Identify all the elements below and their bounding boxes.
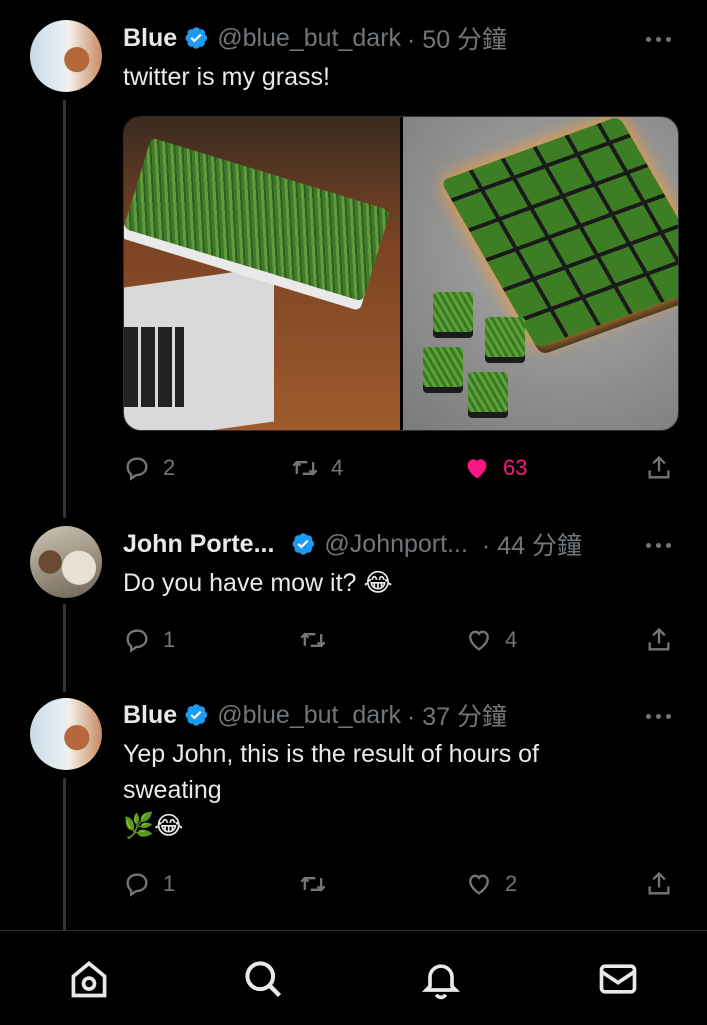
heart-icon — [467, 459, 487, 479]
reply-count: 1 — [163, 871, 176, 896]
share-button[interactable] — [645, 451, 673, 485]
display-name[interactable]: John Porte... — [123, 530, 274, 559]
retweet-button[interactable]: 4 — [291, 451, 343, 485]
handle[interactable]: @blue_but_dark — [217, 701, 401, 730]
home-icon[interactable] — [67, 957, 111, 1001]
tweet-1[interactable]: Blue @blue_but_dark · 50 分鐘 twitter is m… — [0, 0, 707, 500]
like-count: 2 — [505, 871, 518, 896]
timestamp[interactable]: · 50 分鐘 — [407, 20, 507, 56]
tweet-text: Do you have mow it? 😂 — [123, 569, 393, 597]
avatar[interactable] — [30, 526, 102, 598]
tweet-header: Blue @blue_but_dark · 50 分鐘 — [123, 21, 667, 55]
retweet-button[interactable] — [299, 623, 327, 657]
reply-button[interactable]: 1 — [123, 867, 175, 901]
like-button[interactable]: 4 — [465, 623, 517, 657]
like-button[interactable]: 63 — [463, 451, 527, 485]
heart-icon — [469, 630, 489, 651]
tweet-header: John Porte... @Johnport... · 44 分鐘 — [123, 527, 667, 561]
grass-keycaps-render[interactable] — [403, 117, 678, 430]
tweet-text: Do you have mow it? 😂 — [123, 565, 393, 601]
tweet-2[interactable]: John Porte... @Johnport... · 44 分鐘 Do yo… — [0, 505, 707, 685]
like-count: 63 — [503, 455, 528, 480]
tweet-text: twitter is my grass! — [123, 63, 330, 91]
more-dots-icon[interactable] — [646, 711, 674, 721]
grass-keyboard-photo[interactable] — [124, 117, 400, 430]
bottom-nav — [0, 930, 707, 1025]
messages-icon[interactable] — [596, 957, 640, 1001]
display-name[interactable]: Blue — [123, 701, 177, 730]
handle[interactable]: @blue_but_dark — [217, 24, 401, 53]
share-icon — [648, 627, 670, 651]
search-icon[interactable] — [241, 957, 285, 1001]
avatar[interactable] — [30, 20, 102, 92]
more-dots-icon[interactable] — [646, 34, 674, 44]
tweet-text-line: sweating — [123, 776, 222, 804]
timestamp[interactable]: · 44 分鐘 — [482, 526, 582, 562]
reply-button[interactable]: 2 — [123, 451, 175, 485]
laptop-keys-shape — [124, 327, 184, 407]
media-grid[interactable] — [123, 116, 679, 431]
share-button[interactable] — [645, 623, 673, 657]
verified-badge-icon — [185, 27, 208, 49]
notifications-icon[interactable] — [419, 957, 463, 1001]
share-icon — [648, 871, 670, 895]
retweet-button[interactable] — [299, 867, 327, 901]
tweet-text-line: Yep John, this is the result of hours of — [123, 740, 539, 768]
tweet-header: Blue @blue_but_dark · 37 分鐘 — [123, 698, 667, 732]
verified-badge-icon — [292, 533, 315, 555]
reply-count: 2 — [163, 455, 176, 480]
retweet-icon — [300, 632, 326, 648]
retweet-icon — [300, 876, 326, 892]
heart-icon — [469, 874, 489, 895]
share-button[interactable] — [645, 867, 673, 901]
grass-board-shape — [440, 117, 678, 349]
verified-badge-icon — [185, 704, 208, 726]
action-bar: 1 4 — [123, 623, 677, 657]
handle[interactable]: @Johnport... — [324, 530, 468, 559]
action-bar: 2 4 63 — [123, 451, 677, 485]
loose-keycap — [468, 372, 508, 412]
loose-keycap — [433, 292, 473, 332]
share-icon — [648, 455, 670, 479]
loose-keycap — [485, 317, 525, 357]
display-name[interactable]: Blue — [123, 24, 177, 53]
like-button[interactable]: 2 — [465, 867, 517, 901]
reply-icon — [126, 873, 148, 897]
tweet-emoji-line: 🌿😂 — [123, 811, 184, 840]
reply-button[interactable]: 1 — [123, 623, 175, 657]
loose-keycap — [423, 347, 463, 387]
tweet-3[interactable]: Blue @blue_but_dark · 37 分鐘 Yep John, th… — [0, 676, 707, 916]
retweet-count: 4 — [331, 455, 344, 480]
more-dots-icon[interactable] — [646, 540, 674, 550]
like-count: 4 — [505, 627, 518, 652]
timestamp[interactable]: · 37 分鐘 — [407, 697, 507, 733]
action-bar: 1 2 — [123, 867, 677, 901]
reply-icon — [126, 629, 148, 653]
tweet-text: Yep John, this is the result of hours of… — [123, 736, 539, 844]
reply-icon — [126, 457, 148, 481]
reply-count: 1 — [163, 627, 176, 652]
retweet-icon — [292, 460, 318, 476]
avatar[interactable] — [30, 698, 102, 770]
